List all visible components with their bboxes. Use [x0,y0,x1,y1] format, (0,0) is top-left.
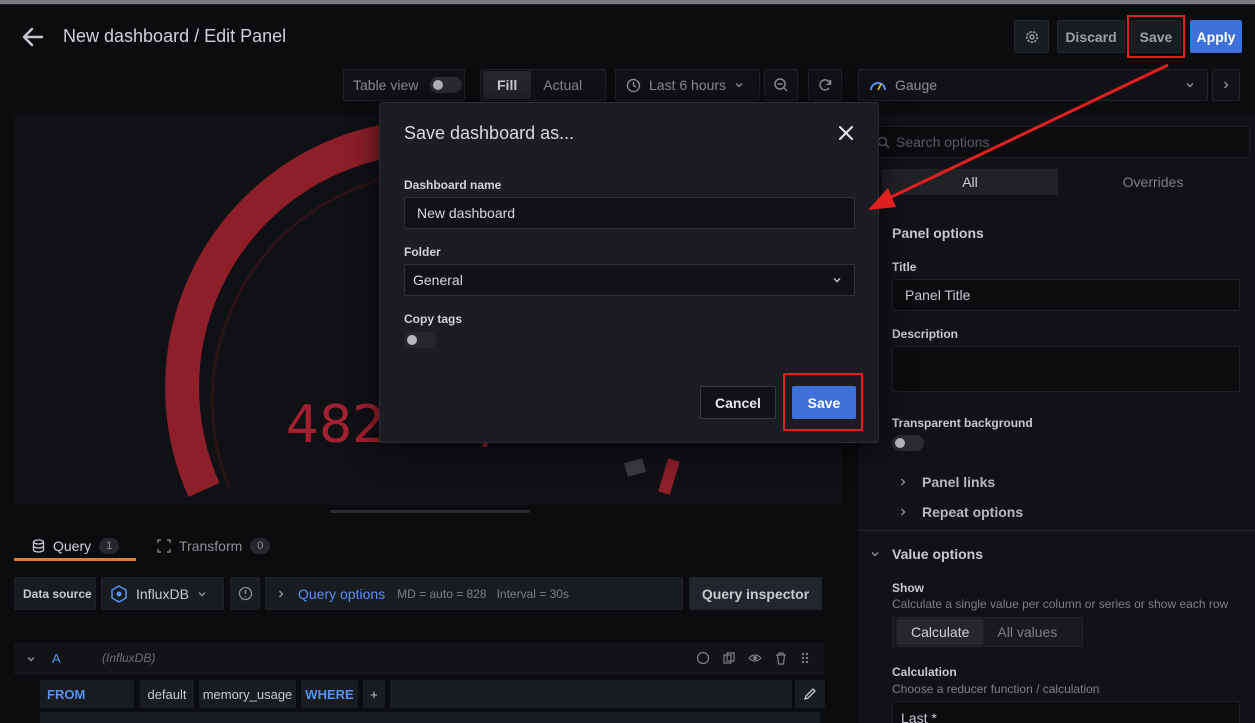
annotation-arrow [868,63,1169,210]
